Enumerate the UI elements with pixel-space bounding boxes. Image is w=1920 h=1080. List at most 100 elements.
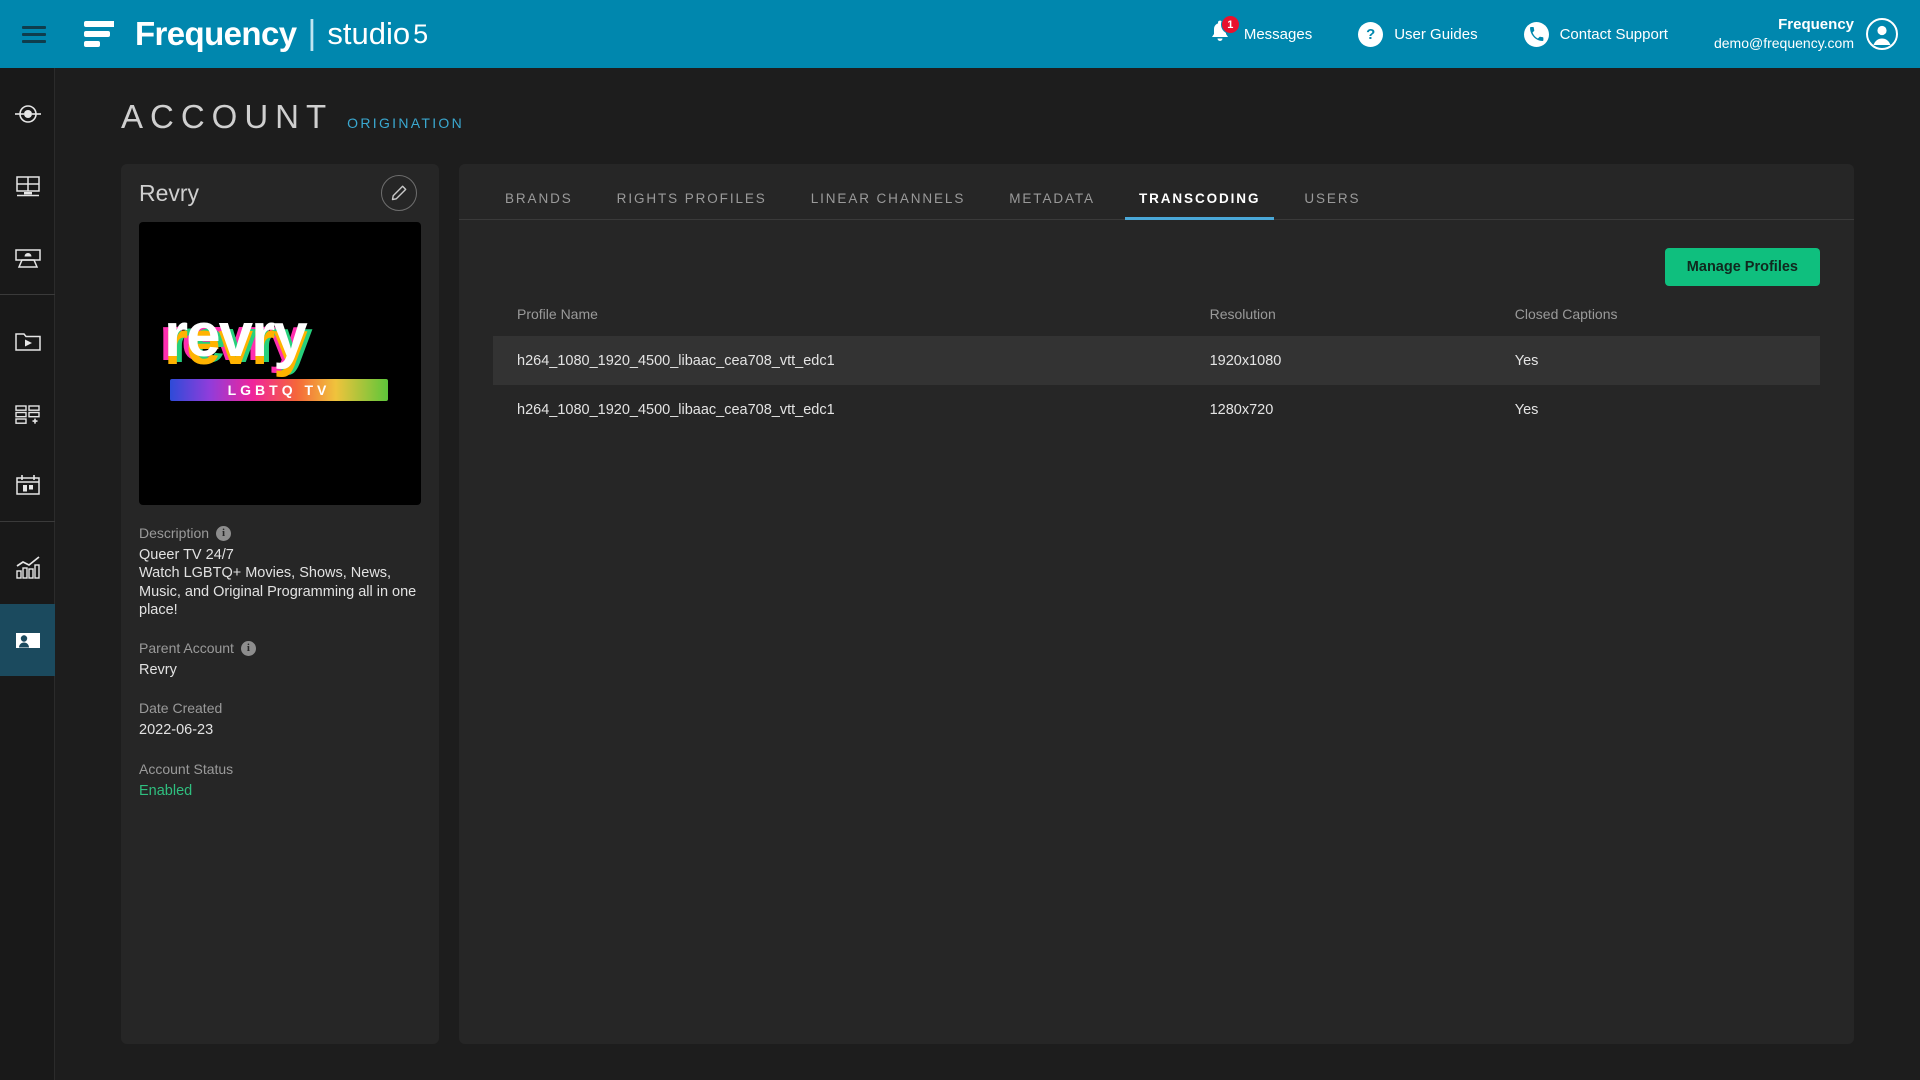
column-header-closed-captions: Closed Captions [1514,306,1618,322]
table-body: h264_1080_1920_4500_libaac_cea708_vtt_ed… [493,336,1820,434]
nav-messages[interactable]: 1 Messages [1207,15,1313,48]
sidebar-item-presentation[interactable] [0,222,55,294]
nav-user-guides-label: User Guides [1394,25,1478,43]
field-description: Description i Queer TV 24/7 Watch LGBTQ+… [139,525,421,619]
presentation-screen-icon [14,249,41,268]
table-header: Profile Name Resolution Closed Captions [493,306,1820,336]
field-description-label-row: Description i [139,525,421,541]
tab-metadata[interactable]: METADATA [987,191,1117,219]
left-sidebar [0,68,55,1080]
account-card-header: Revry [121,164,439,222]
user-avatar-icon[interactable] [1866,18,1898,50]
hamburger-line [22,32,46,36]
logo-divider: | [307,13,317,52]
field-description-value-line2: Watch LGBTQ+ Movies, Shows, News, Music,… [139,565,417,618]
page-subtitle-text: ORIGINATION [347,115,464,131]
field-date-created-label: Date Created [139,700,223,717]
pencil-edit-icon [391,185,407,201]
status-badge: Enabled [139,782,193,799]
info-icon[interactable]: i [240,640,256,656]
sidebar-item-add-playlist[interactable] [0,377,55,449]
top-nav: 1 Messages ? User Guides Contact Support… [1207,0,1920,68]
user-account-menu[interactable]: Frequency demo@frequency.com [1714,16,1898,51]
sidebar-item-scheduler[interactable] [0,449,55,521]
field-description-label: Description [139,525,210,541]
page-title-text: ACCOUNT [121,98,334,135]
bar-chart-trend-icon [15,556,40,579]
user-email: demo@frequency.com [1713,34,1854,51]
user-info: Frequency demo@frequency.com [1714,16,1854,51]
field-parent-account-label: Parent Account [139,640,234,657]
target-dot-icon [14,105,41,123]
tab-bar: BRANDS RIGHTS PROFILES LINEAR CHANNELS M… [459,164,1854,220]
account-thumbnail: revry revry revry revry LGBTQ TV [139,222,421,505]
grid-plus-icon [14,405,40,424]
account-screen-icon [15,633,40,648]
field-parent-account-label-row: Parent Account i [139,640,421,656]
nav-contact-support-label: Contact Support [1559,25,1668,43]
cell-closed-captions: Yes [1514,352,1539,369]
bell-icon: 1 [1207,15,1240,48]
hamburger-line [22,25,46,29]
logo-bar [84,31,110,37]
frequency-logo-icon [84,19,126,49]
table-header-row: Profile Name Resolution Closed Captions [493,306,1820,336]
field-parent-account: Parent Account i Revry [139,640,421,679]
field-date-created: Date Created 2022-06-23 [139,700,421,739]
revry-logo-icon: revry revry revry revry LGBTQ TV [159,300,396,423]
app-logo[interactable]: Frequency | studio 5 [84,13,429,54]
logo-bar [84,41,100,47]
tab-users[interactable]: USERS [1282,191,1382,219]
field-parent-account-value: Revry [139,662,177,679]
revry-tagline: LGBTQ TV [227,381,331,398]
sidebar-item-grid-layout[interactable] [0,150,55,222]
sidebar-item-analytics[interactable] [0,532,55,604]
top-header-bar: Frequency | studio 5 1 Messages ? User G… [0,0,1920,68]
field-date-created-value: 2022-06-23 [139,722,214,739]
transcoding-profiles-table: Profile Name Resolution Closed Captions … [493,306,1820,434]
revry-wordmark: revry [164,300,308,370]
logo-suffix-text: 5 [413,18,429,49]
phone-icon [1523,21,1549,47]
field-account-status-label: Account Status [139,760,234,777]
detail-panel: BRANDS RIGHTS PROFILES LINEAR CHANNELS M… [459,164,1854,1044]
cell-profile-name: h264_1080_1920_4500_libaac_cea708_vtt_ed… [517,401,835,418]
account-metadata: Description i Queer TV 24/7 Watch LGBTQ+… [121,505,439,800]
account-summary-card: Revry revry revry revry revry LGBTQ TV D… [121,164,439,1044]
page-content: ACCOUNT ORIGINATION Revry revry revry re… [55,68,1920,1080]
page-title: ACCOUNT ORIGINATION [121,98,464,136]
nav-messages-label: Messages [1243,25,1313,43]
rail-spacer [0,68,54,78]
hamburger-line [22,39,46,43]
messages-badge-count: 1 [1220,15,1240,34]
tab-transcoding[interactable]: TRANSCODING [1117,191,1282,220]
monitor-grid-icon [15,176,40,197]
app-root: Frequency | studio 5 1 Messages ? User G… [0,0,1920,1080]
rail-spacer [0,295,54,305]
field-account-status: Account Status Enabled [139,761,421,800]
info-icon[interactable]: i [216,525,232,541]
revry-tagline-bar: LGBTQ TV [170,378,388,401]
rail-spacer [0,522,54,532]
logo-brand-text: Frequency [135,15,297,52]
logo-notch [114,21,120,37]
nav-user-guides[interactable]: ? User Guides [1358,21,1478,47]
sidebar-item-origination[interactable] [0,78,55,150]
sidebar-item-media-library[interactable] [0,305,55,377]
edit-account-button[interactable] [381,175,417,211]
tab-brands[interactable]: BRANDS [483,191,595,219]
tab-rights-profiles[interactable]: RIGHTS PROFILES [595,191,789,219]
table-row[interactable]: h264_1080_1920_4500_libaac_cea708_vtt_ed… [493,385,1820,434]
manage-profiles-button[interactable]: Manage Profiles [1664,248,1820,286]
column-header-resolution: Resolution [1209,306,1276,322]
account-name: Revry [139,179,200,206]
cell-resolution: 1280x720 [1209,401,1274,418]
tab-linear-channels[interactable]: LINEAR CHANNELS [789,191,988,219]
cell-profile-name: h264_1080_1920_4500_libaac_cea708_vtt_ed… [517,352,835,369]
user-name: Frequency [1778,16,1854,34]
table-row[interactable]: h264_1080_1920_4500_libaac_cea708_vtt_ed… [493,336,1820,385]
column-header-profile-name: Profile Name [517,306,598,322]
nav-contact-support[interactable]: Contact Support [1523,21,1668,47]
sidebar-item-account[interactable] [0,604,55,676]
hamburger-menu-icon[interactable] [6,0,62,68]
